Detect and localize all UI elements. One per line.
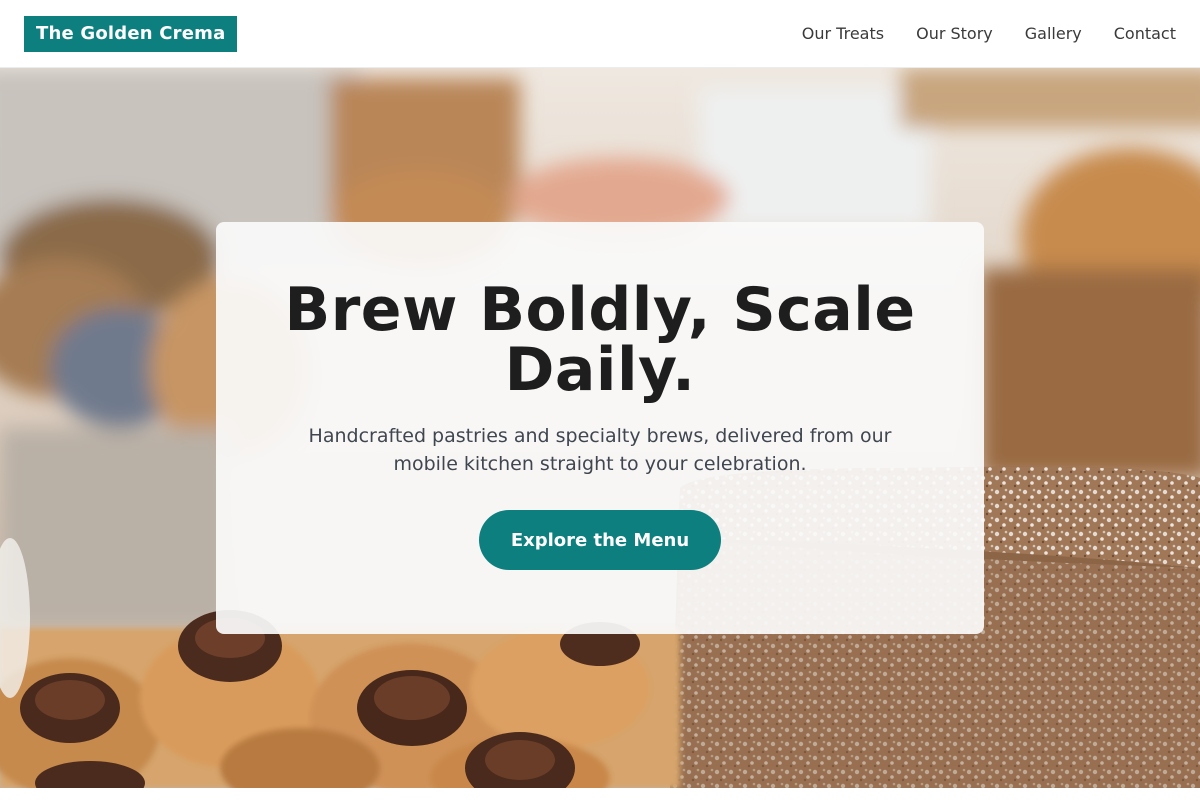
nav-link-gallery[interactable]: Gallery [1025,24,1082,43]
nav-link-contact[interactable]: Contact [1114,24,1176,43]
explore-menu-button[interactable]: Explore the Menu [479,510,721,570]
nav-link-our-treats[interactable]: Our Treats [802,24,884,43]
brand-logo[interactable]: The Golden Crema [24,15,238,52]
nav-link-our-story[interactable]: Our Story [916,24,993,43]
hero-subtitle: Handcrafted pastries and specialty brews… [308,425,892,475]
hero-headline: Brew Boldly, Scale Daily. [284,275,916,405]
site-header: The Golden Crema Our Treats Our Story Ga… [0,0,1200,68]
hero-section: Brew Boldly, Scale Daily. Handcrafted pa… [0,68,1200,788]
hero-card: Brew Boldly, Scale Daily. Handcrafted pa… [216,222,984,634]
page-footer-edge [0,788,1200,800]
main-nav: Our Treats Our Story Gallery Contact [802,24,1176,43]
